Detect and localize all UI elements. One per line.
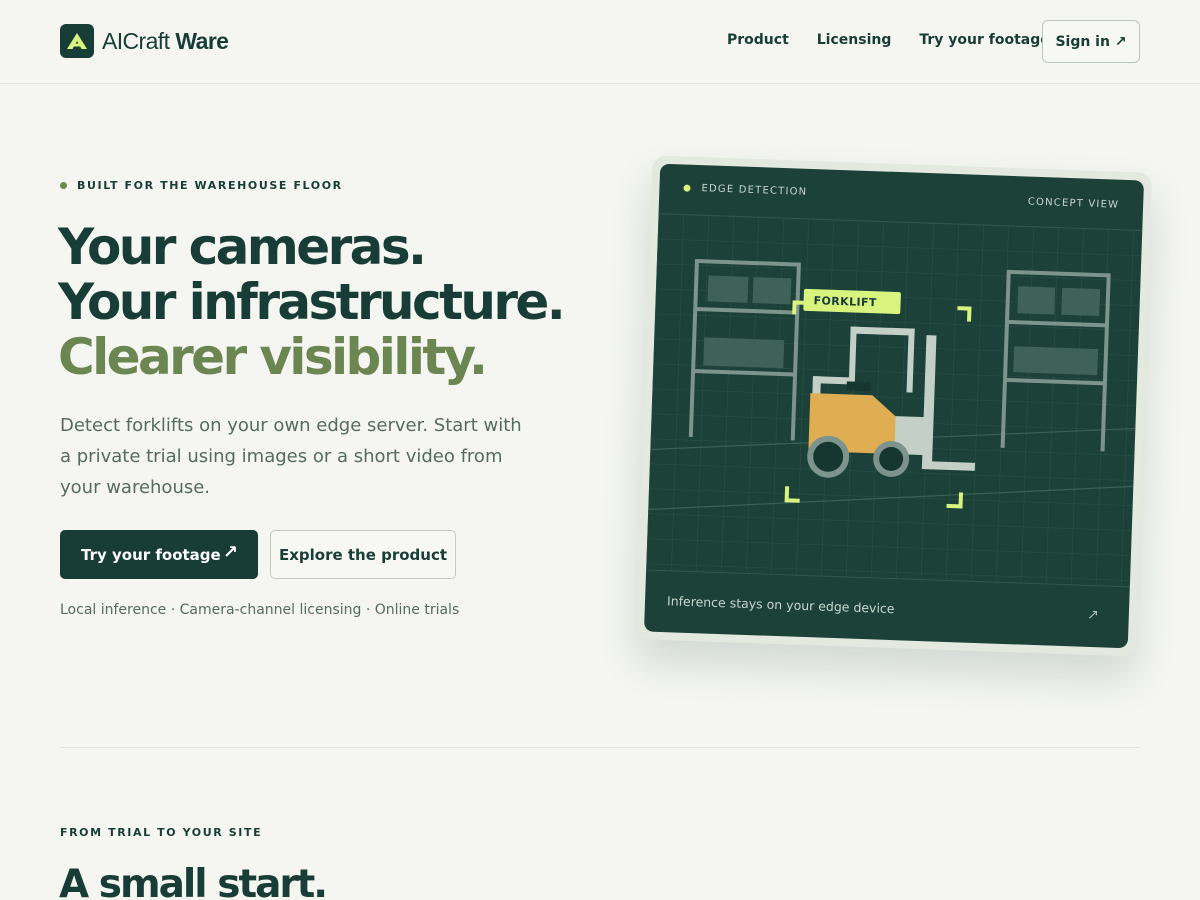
try-footage-button[interactable]: Try your footage ↗ <box>60 530 258 579</box>
detection-preview-card: FORKLIFT EDGE DETECTION CONCEPT VIEW Inf… <box>635 155 1153 657</box>
hero-eyebrow-text: BUILT FOR THE WAREHOUSE FLOOR <box>77 179 343 192</box>
arrow-up-right-icon[interactable]: ↗ <box>1087 607 1099 623</box>
brand-name-bold: Ware <box>175 27 229 54</box>
headline-line-1: Your cameras. <box>58 218 427 276</box>
section-divider <box>60 747 1140 748</box>
headline-line-2: Your infrastructure. <box>58 273 566 331</box>
section-title: A small start. <box>59 862 328 900</box>
a-letter-logo-icon <box>60 24 94 58</box>
card-screen: FORKLIFT EDGE DETECTION CONCEPT VIEW Inf… <box>643 163 1145 649</box>
eyebrow-dot-icon <box>60 182 67 189</box>
brand-name: AICraft Ware <box>102 27 229 55</box>
headline-line-3: Clearer visibility. <box>58 328 488 386</box>
live-status-dot-icon <box>683 184 691 192</box>
section-eyebrow: FROM TRIAL TO YOUR SITE <box>60 826 263 839</box>
nav-try-footage-link[interactable]: Try your footage <box>919 32 1049 48</box>
sign-in-button[interactable]: Sign in ↗ <box>1042 20 1140 63</box>
forklift-detection-label: FORKLIFT <box>803 288 901 315</box>
arrow-up-right-icon: ↗ <box>222 542 238 563</box>
main-nav: Product Licensing Try your footage <box>727 32 1078 48</box>
try-footage-button-label: Try your footage <box>81 545 221 564</box>
brand-logo[interactable]: AICraft Ware <box>60 24 229 58</box>
hero-description: Detect forklifts on your own edge server… <box>60 415 522 498</box>
feature-list: Local inference · Camera-channel licensi… <box>60 602 460 618</box>
brand-name-light: AICraft <box>102 27 170 54</box>
site-header: AICraft Ware Product Licensing Try your f… <box>0 0 1200 84</box>
hero-headline: Your cameras. Your infrastructure. Clear… <box>58 218 566 386</box>
explore-product-button[interactable]: Explore the product <box>270 530 456 579</box>
card-caption: Inference stays on your edge device <box>666 593 895 617</box>
nav-licensing-link[interactable]: Licensing <box>817 32 892 48</box>
hero-eyebrow: BUILT FOR THE WAREHOUSE FLOOR <box>60 179 343 192</box>
nav-product-link[interactable]: Product <box>727 32 789 48</box>
